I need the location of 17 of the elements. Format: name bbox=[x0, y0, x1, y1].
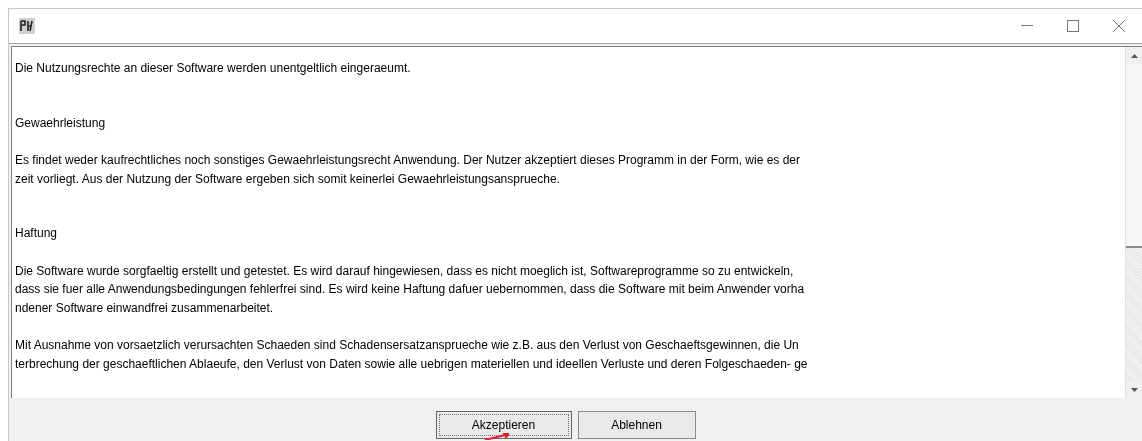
paragraph: Die Nutzungsrechte an dieser Software werden unentgeltlich eingeraeumt. bbox=[15, 60, 412, 77]
minimize-icon bbox=[1021, 25, 1033, 27]
scrollbar[interactable] bbox=[1125, 47, 1142, 398]
close-icon bbox=[1113, 20, 1125, 32]
section-heading: Gewaehrleistung bbox=[15, 114, 107, 132]
arrow-annotation-icon bbox=[482, 432, 513, 440]
paragraph: Es findet weder kaufrechtliches noch sonstiges Gewaehrleistungsrecht Anwendung. Der Nutzer akzeptiert dieses Programm in der Form, wie es der zeit vorliegt. Aus der Nutzung der Software ergeben sich somit keinerlei Gewaehrleistungsansprueche. bbox=[15, 152, 802, 188]
down-arrow-icon bbox=[1130, 387, 1138, 392]
dialog-button[interactable]: Akzeptieren bbox=[435, 411, 572, 439]
scroll-thumb[interactable] bbox=[1126, 64, 1142, 248]
dialog-button[interactable]: Ablehnen bbox=[577, 411, 696, 439]
section-heading: Haftung bbox=[15, 225, 59, 242]
up-arrow-icon bbox=[1130, 53, 1138, 58]
maximize-icon bbox=[1067, 20, 1079, 32]
app-icon bbox=[19, 18, 35, 34]
paragraph: Mit Ausnahme von vorsaetzlich verursachten Schaeden sind Schadensersatzansprueche wie z.B. aus den Verlust von Geschaeftsgewinnen, die Un terbrechung der geschaeftlichen Ablaeufe, den Verlust von Daten sowie alle uebrigen materiellen und ideellen Verluste und deren Folgeschaeden- ge bbox=[15, 337, 809, 373]
paragraph: Die Software wurde sorgfaeltig erstellt und getestet. Es wird darauf hingewiesen, dass es nicht moeglich ist, Softwareprogramme so zu entwickeln, dass sie fuer alle Anwendungsbedingungen fehlerfrei sind. Es wird keine Haftung dafuer uebernommen, dass die Software mit beim Anwender vorha ndener Software einwandfrei zusammenarbeitet. bbox=[15, 262, 806, 317]
